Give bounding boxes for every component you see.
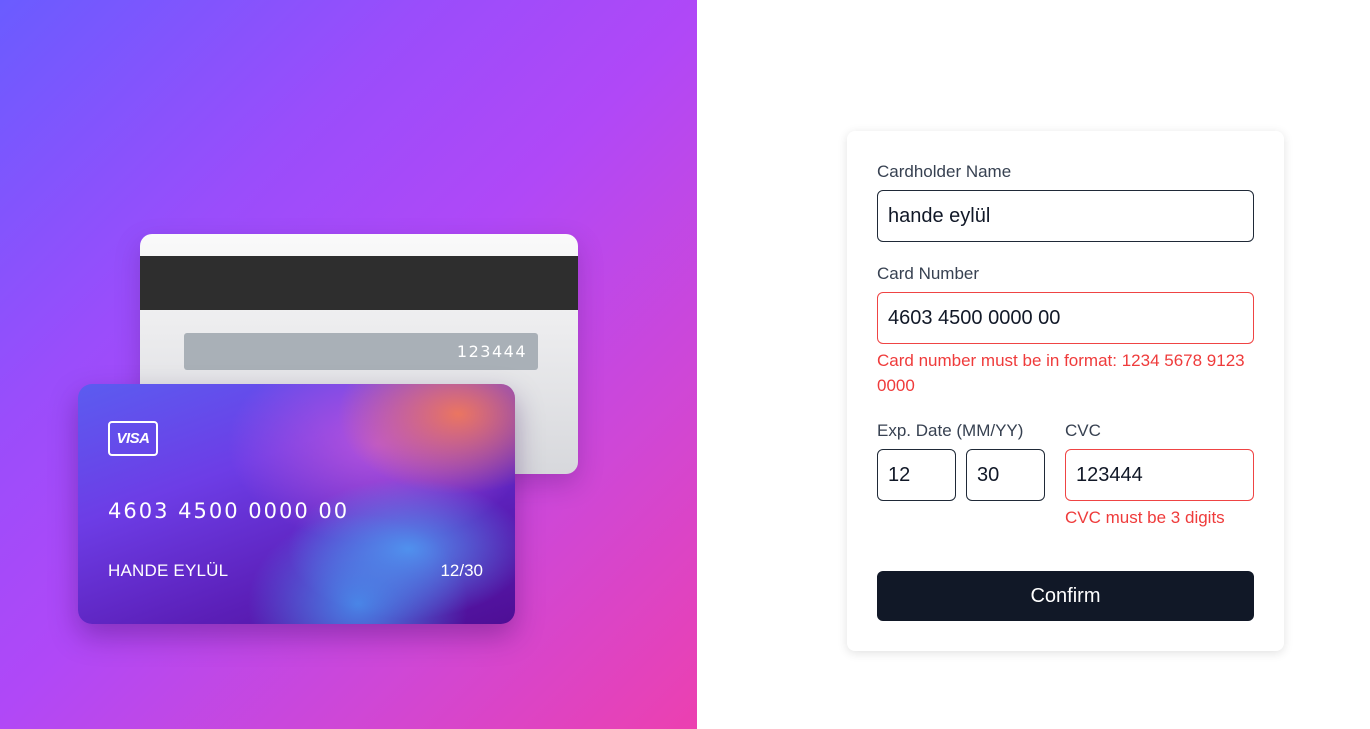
card-expiry-display: 12/30 <box>440 561 483 580</box>
cvc-label: CVC <box>1065 421 1101 440</box>
card-number-display: 4603 4500 0000 00 <box>108 499 350 523</box>
exp-month-input[interactable] <box>877 449 956 501</box>
card-number-input[interactable] <box>877 292 1254 344</box>
cardholder-name-display: HANDE EYLÜL <box>108 561 229 580</box>
cvc-input[interactable] <box>1065 449 1254 501</box>
cvc-signature-box: 123444 <box>184 333 538 370</box>
card-preview-panel: 123444 VISA 4603 4500 0000 00 HANDE EYLÜ… <box>0 0 697 729</box>
visa-logo-icon: VISA <box>108 421 158 456</box>
cardholder-name-input[interactable] <box>877 190 1254 242</box>
exp-year-input[interactable] <box>966 449 1045 501</box>
confirm-button[interactable]: Confirm <box>877 571 1254 621</box>
exp-date-label: Exp. Date (MM/YY) <box>877 421 1024 440</box>
cvc-error: CVC must be 3 digits <box>1065 508 1225 527</box>
cardholder-name-label: Cardholder Name <box>877 162 1012 181</box>
card-number-label: Card Number <box>877 264 980 283</box>
magnetic-stripe <box>140 256 578 310</box>
card-brand: VISA <box>116 430 150 447</box>
card-number-error: Card number must be in format: 1234 5678… <box>877 351 1245 395</box>
card-front: VISA 4603 4500 0000 00 HANDE EYLÜL 12/30 <box>78 384 515 624</box>
card-form: Cardholder Name Card Number Card number … <box>847 131 1284 651</box>
card-back-cvc: 123444 <box>456 342 527 361</box>
